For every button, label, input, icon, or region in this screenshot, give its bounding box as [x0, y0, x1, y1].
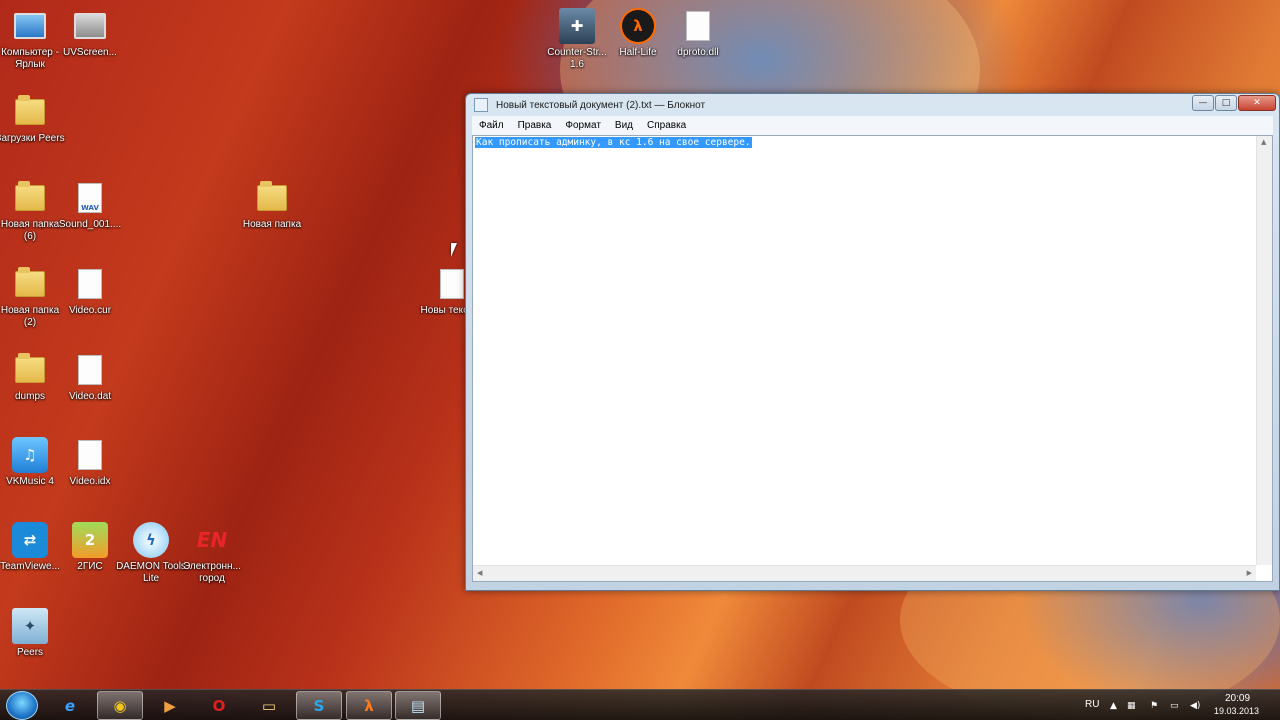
- horizontal-scrollbar[interactable]: ◀ ▶: [473, 565, 1256, 581]
- desktop-icon-video-cur[interactable]: Video.cur: [60, 266, 120, 317]
- tb-app-4[interactable]: ▭: [246, 691, 292, 720]
- wav-file-icon: WAV: [72, 180, 108, 216]
- tb-app-7[interactable]: ▤: [395, 691, 441, 720]
- menu-file[interactable]: Файл: [472, 120, 511, 131]
- teamviewer-icon: ⇄: [12, 522, 48, 558]
- vertical-scrollbar[interactable]: ▲: [1256, 136, 1272, 565]
- computer-icon: [12, 8, 48, 44]
- mouse-cursor: [451, 243, 463, 257]
- taskbar: e ◉ ▶ O ▭ S λ ▤ RU ▲ ▦ ⚑ ▭ ◀) 20:09 19.0…: [0, 689, 1280, 720]
- file-icon: [72, 266, 108, 302]
- electronic-city-icon: EN: [196, 528, 228, 552]
- desktop-icon-teamviewer[interactable]: ⇄ TeamViewe...: [0, 522, 60, 573]
- notepad-window[interactable]: Новый текстовый документ (2).txt — Блокн…: [465, 93, 1280, 591]
- internet-explorer-icon: e: [64, 696, 76, 715]
- media-player-icon: ▶: [164, 696, 176, 715]
- window-title: Новый текстовый документ (2).txt — Блокн…: [496, 99, 706, 111]
- daemon-tools-icon: ϟ: [133, 522, 169, 558]
- counter-strike-icon: ✚: [559, 8, 595, 44]
- desktop-icon-new-folder-2[interactable]: Новая папка (2): [0, 266, 60, 329]
- action-center-icon[interactable]: ⚑: [1150, 701, 1158, 711]
- folder-icon: [12, 180, 48, 216]
- desktop-icon-electronic-city[interactable]: EN Электронн... город: [182, 522, 242, 585]
- desktop-icon-sound-file[interactable]: WAV Sound_001....: [59, 180, 121, 231]
- volume-icon[interactable]: ◀): [1190, 701, 1200, 711]
- peers-icon: ✦: [12, 608, 48, 644]
- desktop-icon-counter-strike[interactable]: ✚ Counter-Str... 1.6: [547, 8, 607, 71]
- scroll-right-arrow-icon[interactable]: ▶: [1247, 569, 1252, 577]
- scroll-up-arrow-icon[interactable]: ▲: [1261, 138, 1266, 146]
- desktop-icon-2gis[interactable]: 2 2ГИС: [60, 522, 120, 573]
- start-button[interactable]: [6, 691, 38, 720]
- 2gis-icon: 2: [72, 522, 108, 558]
- notepad-icon: [474, 98, 488, 112]
- folder-icon: [12, 352, 48, 388]
- desktop-icon-vkmusic[interactable]: ♫ VKMusic 4: [0, 437, 60, 488]
- desktop-icon-dumps[interactable]: dumps: [0, 352, 60, 403]
- desktop-icon-video-idx[interactable]: Video.idx: [60, 437, 120, 488]
- text-editor[interactable]: Как прописать админку, в кс 1.6 на свое …: [472, 135, 1273, 582]
- menu-bar: Файл Правка Формат Вид Справка: [472, 116, 1273, 135]
- editor-content[interactable]: Как прописать админку, в кс 1.6 на свое …: [475, 137, 752, 148]
- folder-icon: [12, 266, 48, 302]
- minimize-button[interactable]: —: [1192, 95, 1214, 111]
- network-icon[interactable]: ▦: [1127, 701, 1136, 711]
- tb-app-5[interactable]: S: [296, 691, 342, 720]
- skype-icon: S: [313, 696, 325, 715]
- desktop-icon-computer[interactable]: Компьютер - Ярлык: [0, 8, 60, 71]
- clock-date[interactable]: 19.03.2013: [1214, 706, 1259, 716]
- half-life-icon: λ: [620, 8, 656, 44]
- tb-app-3[interactable]: O: [196, 691, 242, 720]
- desktop-icon-dproto-dll[interactable]: dproto.dll: [668, 8, 728, 59]
- screen-capture-icon: [72, 8, 108, 44]
- half-life-taskbar-icon: λ: [364, 696, 374, 715]
- desktop-icon-peers[interactable]: ✦ Peers: [0, 608, 60, 659]
- dll-file-icon: [680, 8, 716, 44]
- chrome-icon: ◉: [113, 696, 127, 715]
- explorer-icon: ▭: [261, 696, 277, 715]
- file-icon: [72, 437, 108, 473]
- tb-app-1[interactable]: ◉: [97, 691, 143, 720]
- menu-format[interactable]: Формат: [558, 120, 608, 131]
- close-button[interactable]: ✕: [1238, 95, 1276, 111]
- show-hidden-icons-icon[interactable]: ▲: [1110, 701, 1117, 711]
- display-icon[interactable]: ▭: [1170, 701, 1179, 711]
- desktop-icon-new-folder-6[interactable]: Новая папка (6): [0, 180, 60, 243]
- menu-help[interactable]: Справка: [640, 120, 693, 131]
- desktop-icon-half-life[interactable]: λ Half-Life: [608, 8, 668, 59]
- file-icon: [72, 352, 108, 388]
- selected-text: Как прописать админку, в кс 1.6 на свое …: [475, 137, 752, 148]
- folder-icon: [12, 94, 48, 130]
- notepad-taskbar-icon: ▤: [410, 696, 426, 715]
- tb-app-6[interactable]: λ: [346, 691, 392, 720]
- menu-view[interactable]: Вид: [608, 120, 640, 131]
- desktop-icon-new-folder[interactable]: Новая папка: [242, 180, 302, 231]
- scroll-left-arrow-icon[interactable]: ◀: [477, 569, 482, 577]
- title-bar[interactable]: Новый текстовый документ (2).txt — Блокн…: [466, 94, 1279, 116]
- menu-edit[interactable]: Правка: [511, 120, 559, 131]
- language-indicator[interactable]: RU: [1085, 699, 1099, 710]
- desktop-icon-uvscreen[interactable]: UVScreen...: [60, 8, 120, 59]
- folder-icon: [254, 180, 290, 216]
- opera-icon: O: [212, 696, 226, 715]
- clock-time[interactable]: 20:09: [1225, 693, 1250, 704]
- desktop-icon-daemon-tools[interactable]: ϟ DAEMON Tools Lite: [116, 522, 186, 585]
- desktop-icon-peers-downloads[interactable]: Загрузки Peers: [0, 94, 65, 145]
- tb-app-2[interactable]: ▶: [147, 691, 193, 720]
- tb-app-0[interactable]: e: [47, 691, 93, 720]
- maximize-button[interactable]: □: [1215, 95, 1237, 111]
- desktop-icon-video-dat[interactable]: Video.dat: [60, 352, 120, 403]
- vkmusic-icon: ♫: [12, 437, 48, 473]
